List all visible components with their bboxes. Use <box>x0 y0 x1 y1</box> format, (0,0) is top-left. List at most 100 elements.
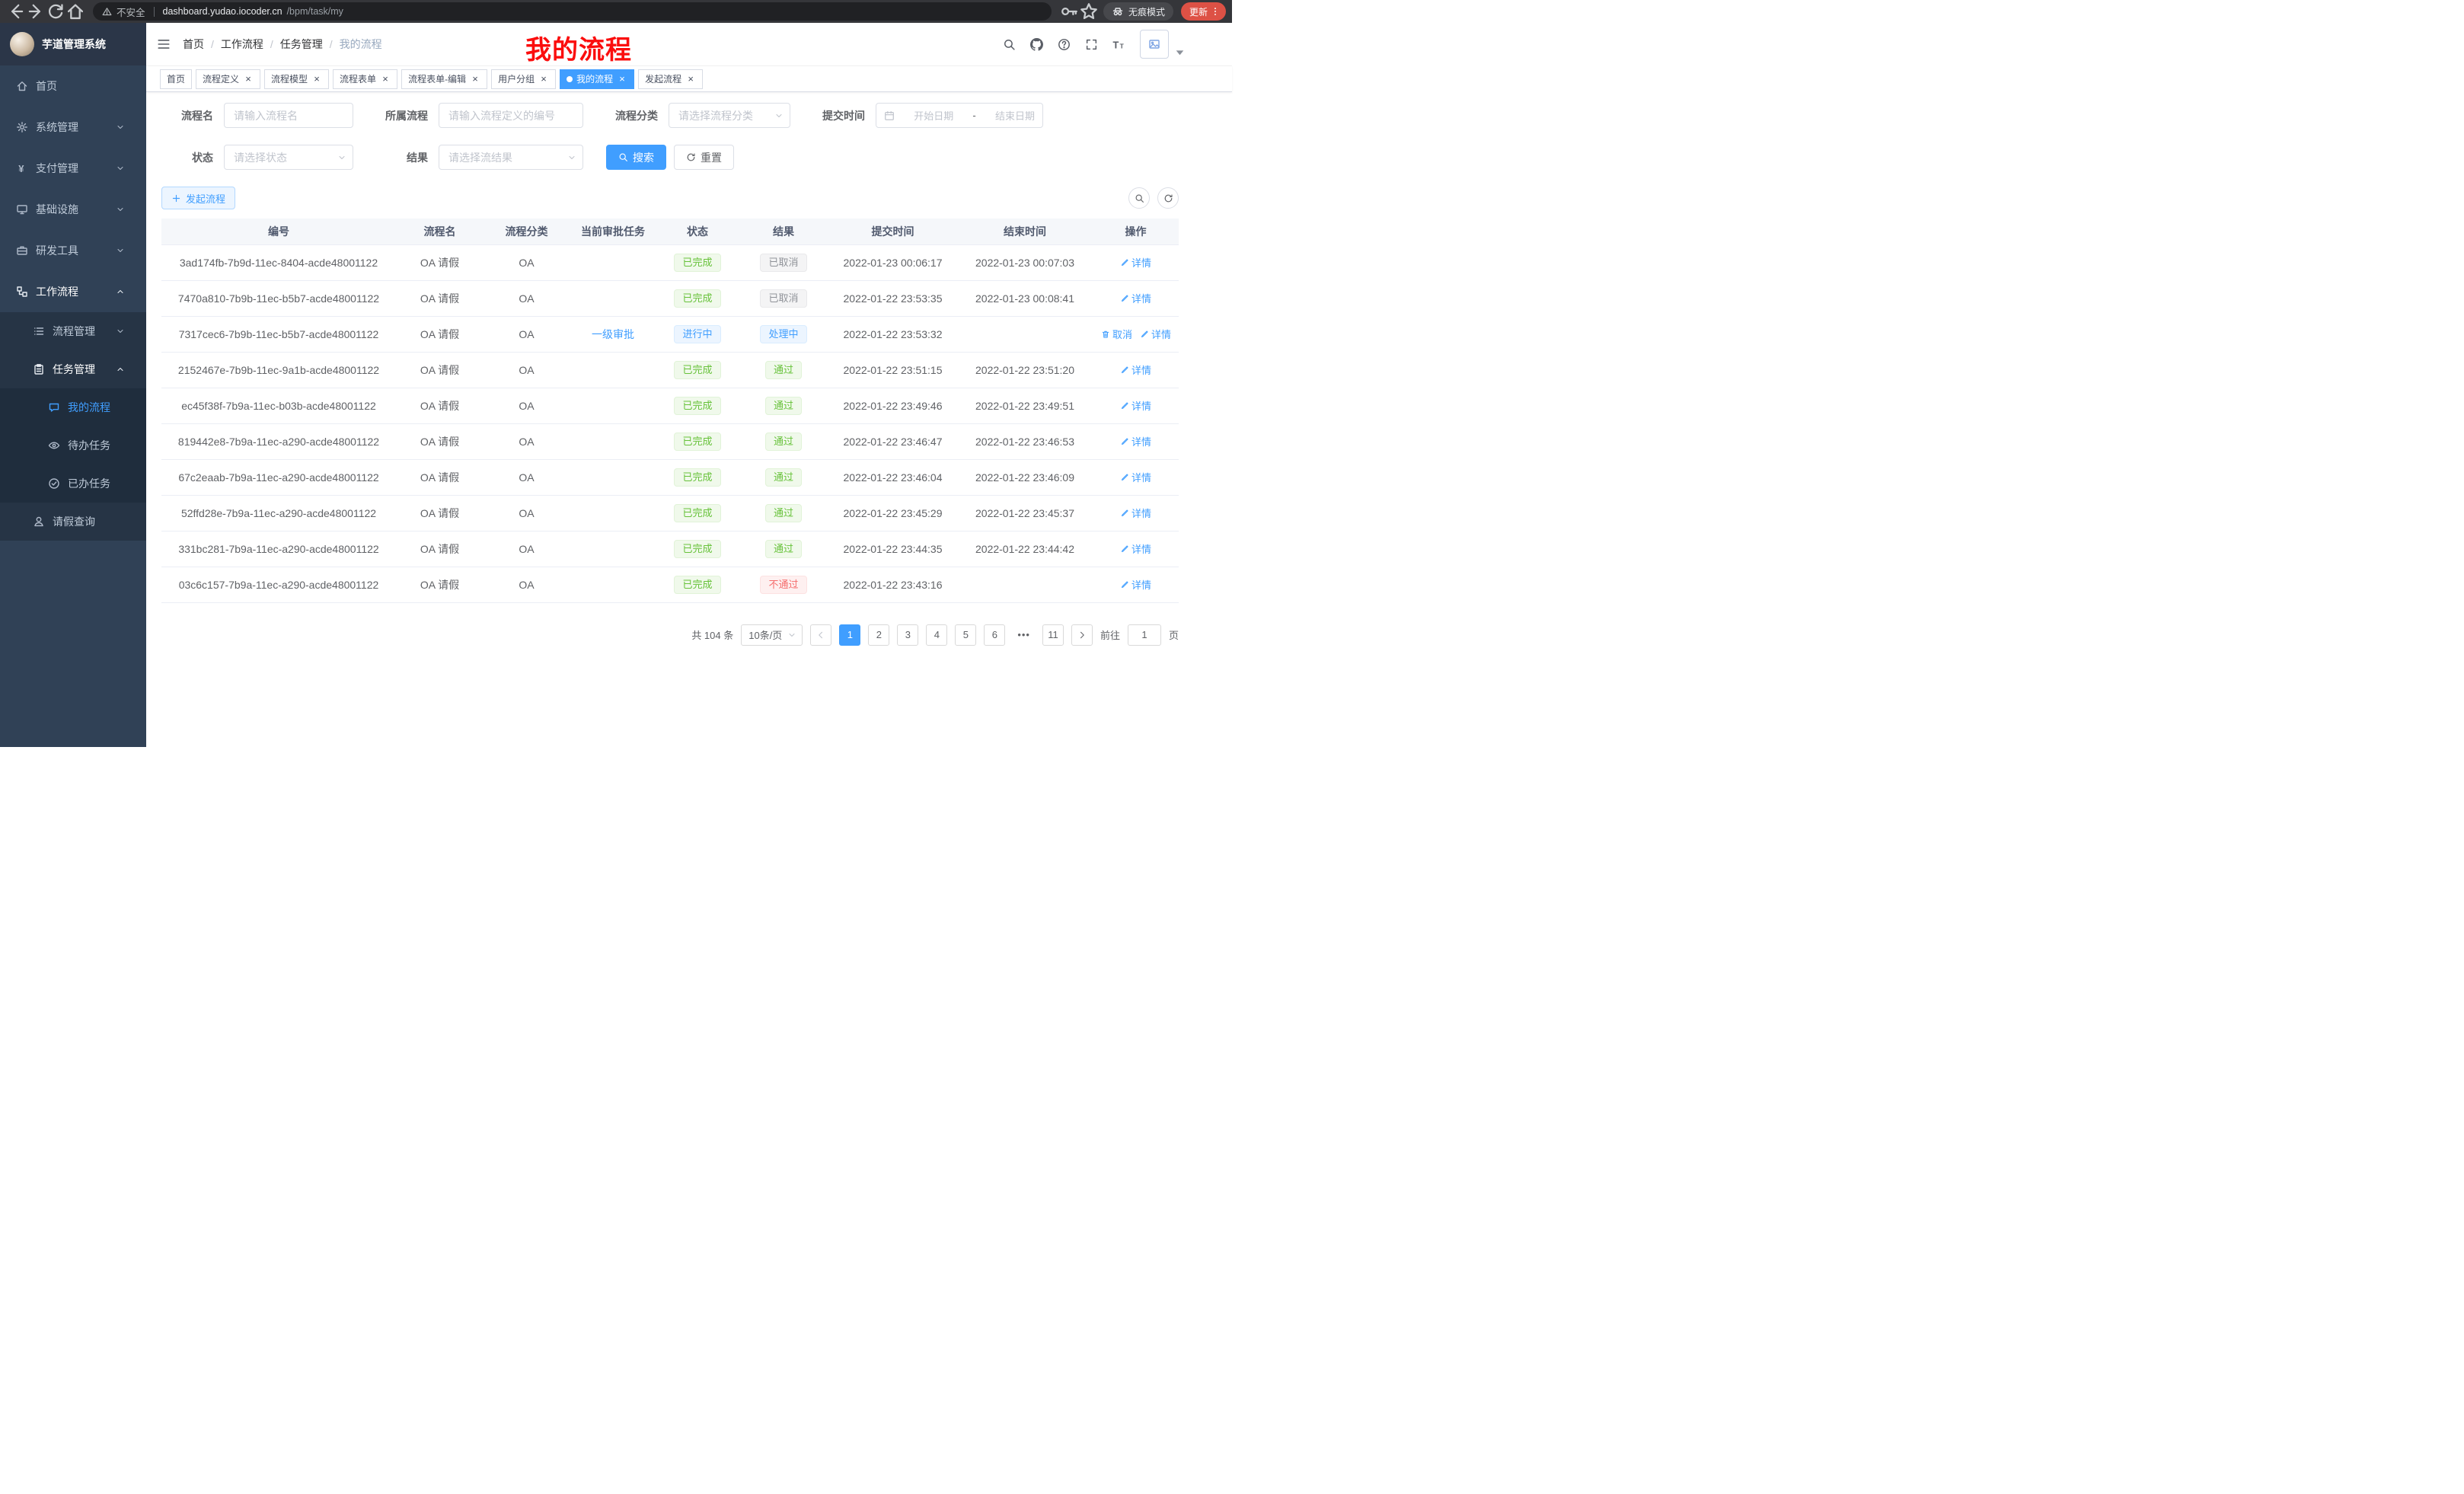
pagination-page-6[interactable]: 6 <box>984 624 1005 646</box>
chevron-up-icon <box>114 287 126 296</box>
sidebar-item-todo-task[interactable]: 待办任务 <box>0 426 146 464</box>
sidebar-item-devtools[interactable]: 研发工具 <box>0 230 146 271</box>
status-tag: 已完成 <box>674 254 720 272</box>
reset-button[interactable]: 重置 <box>674 145 734 170</box>
page-size-select[interactable]: 10条/页 <box>741 624 803 646</box>
create-process-button[interactable]: 发起流程 <box>161 187 235 209</box>
github-icon[interactable] <box>1030 38 1043 51</box>
sidebar-item-process-mgmt[interactable]: 流程管理 <box>0 312 146 350</box>
key-icon[interactable] <box>1059 2 1079 21</box>
sidebar-item-task-mgmt[interactable]: 任务管理 <box>0 350 146 388</box>
tab-start-process[interactable]: 发起流程× <box>638 69 703 89</box>
update-label: 更新 <box>1189 5 1208 18</box>
pagination-page-2[interactable]: 2 <box>868 624 889 646</box>
pagination-page-3[interactable]: 3 <box>897 624 918 646</box>
status-placeholder: 请选择状态 <box>234 150 287 165</box>
owner-process-input[interactable] <box>439 103 583 128</box>
tab-my-process[interactable]: 我的流程× <box>560 69 634 89</box>
pagination-page-4[interactable]: 4 <box>926 624 947 646</box>
breadcrumb: 首页/工作流程/任务管理/我的流程 <box>183 37 382 52</box>
sidebar-toggle-icon[interactable] <box>157 37 171 51</box>
cell-process-name: OA 请假 <box>396 280 484 316</box>
star-icon[interactable] <box>1079 2 1099 21</box>
column-header: 状态 <box>656 219 739 244</box>
pagination-prev-button[interactable] <box>810 624 831 646</box>
search-icon <box>618 152 628 162</box>
search-button[interactable]: 搜索 <box>606 145 666 170</box>
breadcrumb-item[interactable]: 工作流程 <box>221 37 263 52</box>
cell-process-name: OA 请假 <box>396 567 484 602</box>
detail-button[interactable]: 详情 <box>1120 541 1151 556</box>
sidebar-item-workflow[interactable]: 工作流程 <box>0 271 146 312</box>
sidebar-item-my-process[interactable]: 我的流程 <box>0 388 146 426</box>
sidebar-item-leave-query[interactable]: 请假查询 <box>0 503 146 541</box>
tab-home[interactable]: 首页 <box>160 69 192 89</box>
detail-button[interactable]: 详情 <box>1120 470 1151 484</box>
fullscreen-icon[interactable] <box>1085 38 1098 51</box>
close-icon[interactable]: × <box>243 74 254 85</box>
tab-process-model[interactable]: 流程模型× <box>264 69 329 89</box>
pagination-page-5[interactable]: 5 <box>955 624 976 646</box>
cancel-button[interactable]: 取消 <box>1101 327 1132 341</box>
tab-process-definition[interactable]: 流程定义× <box>196 69 260 89</box>
breadcrumb-item[interactable]: 首页 <box>183 37 204 52</box>
monitor-icon <box>16 203 28 215</box>
tab-user-group[interactable]: 用户分组× <box>491 69 556 89</box>
detail-button[interactable]: 详情 <box>1120 398 1151 413</box>
cell-end-time: 2022-01-22 23:51:20 <box>957 352 1093 388</box>
cell-category: OA <box>484 316 570 352</box>
pagination-next-button[interactable] <box>1071 624 1093 646</box>
toggle-search-button[interactable] <box>1128 187 1150 209</box>
update-button[interactable]: 更新 <box>1181 2 1226 21</box>
result-tag: 已取消 <box>760 289 806 308</box>
browser-back-icon[interactable] <box>6 2 26 21</box>
status-select[interactable]: 请选择状态 <box>224 145 353 170</box>
category-select[interactable]: 请选择流程分类 <box>669 103 790 128</box>
close-icon[interactable]: × <box>380 74 391 85</box>
sidebar-item-system[interactable]: 系统管理 <box>0 107 146 148</box>
goto-page-input[interactable] <box>1128 624 1161 646</box>
menu-dots-icon[interactable] <box>1210 6 1221 17</box>
app-logo[interactable]: 芋道管理系统 <box>0 23 146 65</box>
pagination-page-11[interactable]: 11 <box>1042 624 1064 646</box>
close-icon[interactable]: × <box>470 74 480 85</box>
browser-reload-icon[interactable] <box>46 2 65 21</box>
incognito-label: 无痕模式 <box>1128 5 1165 18</box>
sidebar-item-payment[interactable]: ¥支付管理 <box>0 148 146 189</box>
close-icon[interactable]: × <box>685 74 696 85</box>
detail-button[interactable]: 详情 <box>1120 291 1151 305</box>
breadcrumb-item[interactable]: 任务管理 <box>280 37 323 52</box>
process-name-input[interactable] <box>224 103 353 128</box>
close-icon[interactable]: × <box>311 74 322 85</box>
browser-home-icon[interactable] <box>65 2 85 21</box>
tab-process-form-edit[interactable]: 流程表单-编辑× <box>401 69 487 89</box>
detail-button[interactable]: 详情 <box>1120 577 1151 592</box>
cell-process-name: OA 请假 <box>396 423 484 459</box>
detail-button[interactable]: 详情 <box>1120 362 1151 377</box>
gear-icon <box>16 121 28 133</box>
address-bar[interactable]: 不安全 dashboard.yudao.iocoder.cn/bpm/task/… <box>93 2 1052 21</box>
detail-button[interactable]: 详情 <box>1120 434 1151 449</box>
result-select[interactable]: 请选择流结果 <box>439 145 583 170</box>
submit-time-range-picker[interactable]: 开始日期 - 结束日期 <box>876 103 1043 128</box>
pagination-more[interactable]: ••• <box>1013 624 1035 646</box>
close-icon[interactable]: × <box>538 74 549 85</box>
sidebar-item-infra[interactable]: 基础设施 <box>0 189 146 230</box>
search-icon[interactable] <box>1003 38 1016 51</box>
font-size-icon[interactable]: TT <box>1112 38 1125 51</box>
browser-forward-icon[interactable] <box>26 2 46 21</box>
sidebar-item-home[interactable]: 首页 <box>0 65 146 107</box>
current-task-link[interactable]: 一级审批 <box>592 328 634 340</box>
tab-process-form[interactable]: 流程表单× <box>333 69 397 89</box>
detail-button[interactable]: 详情 <box>1120 506 1151 520</box>
detail-button[interactable]: 详情 <box>1140 327 1171 341</box>
detail-button[interactable]: 详情 <box>1120 255 1151 270</box>
sidebar-item-done-task[interactable]: 已办任务 <box>0 464 146 503</box>
cell-current-task <box>570 280 656 316</box>
refresh-table-button[interactable] <box>1157 187 1179 209</box>
user-avatar[interactable] <box>1140 30 1186 59</box>
tags-view: 首页流程定义×流程模型×流程表单×流程表单-编辑×用户分组×我的流程×发起流程× <box>146 66 1232 92</box>
pagination-page-1[interactable]: 1 <box>839 624 860 646</box>
close-icon[interactable]: × <box>617 74 627 85</box>
help-icon[interactable] <box>1058 38 1071 51</box>
